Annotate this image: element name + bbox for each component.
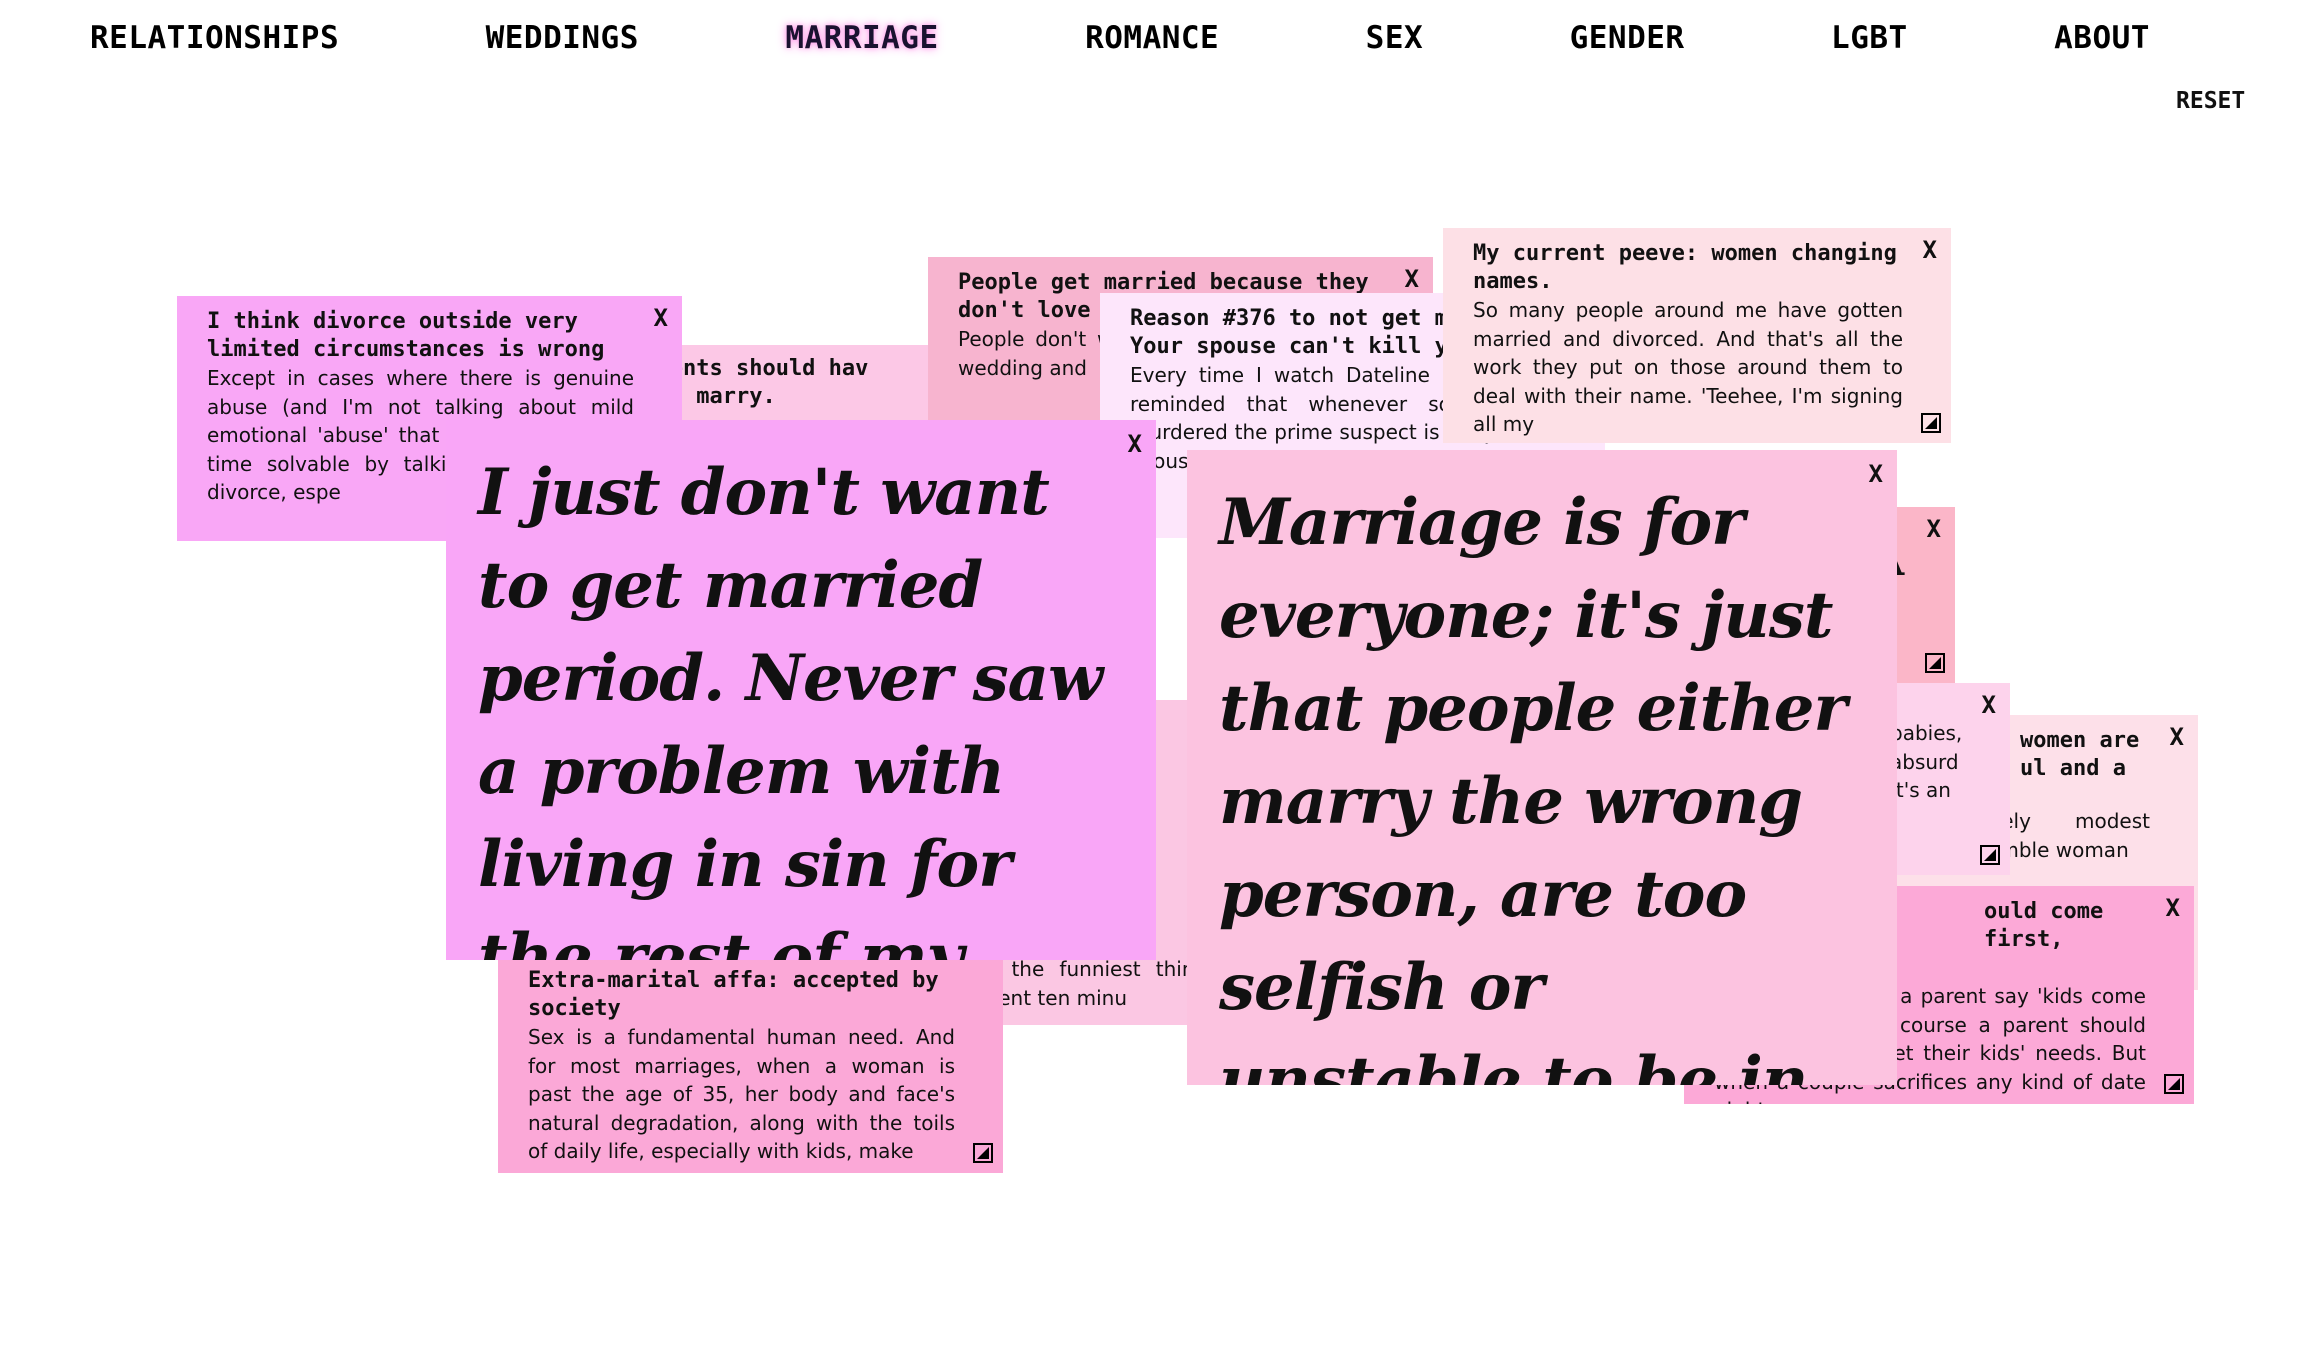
post-title: I just don't want to get married period.…	[478, 455, 1103, 960]
post-card[interactable]: X My current peeve: women changing names…	[1443, 228, 1951, 443]
nav-relationships[interactable]: RELATIONSHIPS	[90, 20, 339, 56]
post-body: Sex is a fundamental human need. And for…	[528, 1025, 955, 1163]
nav-gender[interactable]: GENDER	[1570, 20, 1685, 56]
post-card-featured[interactable]: X I just don't want to get married perio…	[446, 420, 1156, 960]
post-title: Marriage is for everyone; it's just that…	[1219, 485, 1847, 1085]
post-title: parents should hav s to marry.	[650, 356, 869, 409]
close-button[interactable]: X	[1128, 430, 1142, 458]
post-title: My current peeve: women changing names.	[1473, 241, 1897, 294]
post-body: So many people around me have gotten mar…	[1473, 298, 1903, 436]
reset-button[interactable]: RESET	[2176, 88, 2245, 114]
post-body: babies, absurd It's an	[1890, 721, 1963, 802]
resize-handle-icon[interactable]	[2164, 1074, 2184, 1094]
post-title: I think divorce outside very limited cir…	[207, 309, 605, 362]
main-nav: RELATIONSHIPS WEDDINGS MARRIAGE ROMANCE …	[90, 20, 2150, 56]
resize-handle-icon[interactable]	[1921, 413, 1941, 433]
post-card[interactable]: Extra-marital affa: accepted by society …	[498, 955, 1003, 1173]
nav-weddings[interactable]: WEDDINGS	[486, 20, 639, 56]
close-button[interactable]: X	[1869, 460, 1883, 488]
resize-handle-icon[interactable]	[1980, 845, 2000, 865]
close-button[interactable]: X	[1923, 236, 1937, 264]
nav-marriage[interactable]: MARRIAGE	[785, 20, 938, 56]
nav-lgbt[interactable]: LGBT	[1831, 20, 1908, 56]
resize-handle-icon[interactable]	[1925, 653, 1945, 673]
nav-sex[interactable]: SEX	[1366, 20, 1424, 56]
close-button[interactable]: X	[1405, 265, 1419, 293]
close-button[interactable]: X	[654, 304, 668, 332]
nav-about[interactable]: ABOUT	[2054, 20, 2150, 56]
post-title: women are ul and a	[2020, 728, 2140, 781]
post-card-featured[interactable]: X Marriage is for everyone; it's just th…	[1187, 450, 1897, 1085]
post-title: Extra-marital affa: accepted by society	[528, 968, 939, 1021]
close-button[interactable]: X	[1982, 691, 1996, 719]
close-button[interactable]: X	[2170, 723, 2184, 751]
close-button[interactable]: X	[2166, 894, 2180, 922]
resize-handle-icon[interactable]	[973, 1143, 993, 1163]
close-button[interactable]: X	[1927, 515, 1941, 543]
nav-romance[interactable]: ROMANCE	[1085, 20, 1219, 56]
